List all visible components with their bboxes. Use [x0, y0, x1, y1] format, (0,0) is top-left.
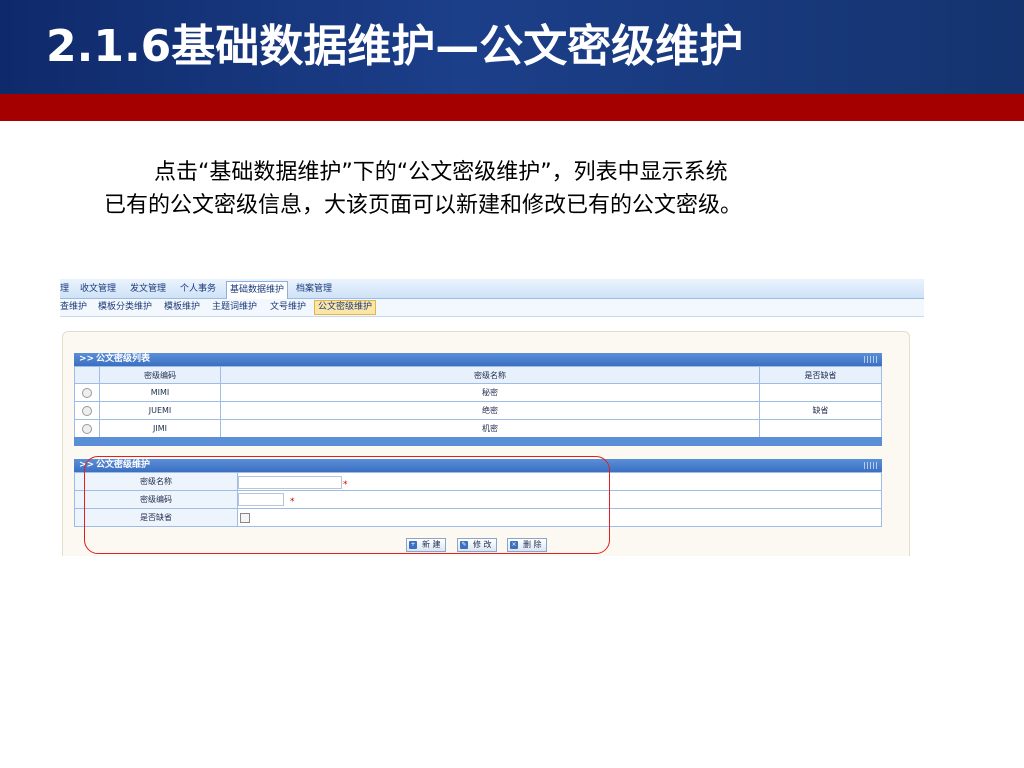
cell-name: 绝密: [220, 401, 760, 420]
table-row[interactable]: JIMI 机密: [74, 419, 882, 438]
radio-button[interactable]: [82, 405, 92, 416]
row-select[interactable]: [74, 419, 100, 438]
title-text: 基础数据维护: [171, 21, 436, 72]
list-panel-title: 公文密级列表: [96, 354, 151, 364]
table-header-row: 密级编码 密级名称 是否缺省: [74, 366, 882, 384]
tab-partial[interactable]: 理: [60, 282, 69, 297]
title-separator: —: [435, 21, 480, 72]
subtab-template[interactable]: 模板维护: [164, 301, 200, 314]
highlight-oval: [84, 456, 610, 554]
cell-code: JIMI: [99, 419, 221, 438]
column-header-code: 密级编码: [99, 366, 221, 384]
collapse-chevron-icon[interactable]: >>: [79, 353, 94, 366]
select-column-header: [74, 366, 100, 384]
header-red-bar: [0, 94, 1024, 121]
tab-send-docs[interactable]: 发文管理: [130, 282, 166, 297]
subtab-doc-number[interactable]: 文号维护: [270, 301, 306, 314]
cell-default: [759, 419, 882, 438]
cell-default: [759, 383, 882, 402]
list-panel-footer: [74, 437, 882, 446]
radio-button[interactable]: [82, 423, 92, 434]
description-line-2: 已有的公文密级信息，大该页面可以新建和修改已有的公文密级。: [104, 193, 743, 218]
description-line-1: 点击“基础数据维护”下的“公文密级维护”，列表中显示系统: [154, 160, 728, 185]
cell-code: MIMI: [99, 383, 221, 402]
tab-receive-docs[interactable]: 收文管理: [80, 282, 116, 297]
tab-personal[interactable]: 个人事务: [180, 282, 216, 297]
column-header-default: 是否缺省: [759, 366, 882, 384]
cell-code: JUEMI: [99, 401, 221, 420]
security-level-table: 密级编码 密级名称 是否缺省 MIMI 秘密 JUEMI 绝密 缺省 JIMI …: [74, 366, 882, 438]
cell-name: 机密: [220, 419, 760, 438]
top-navigation: 理 收文管理 发文管理 个人事务 基础数据维护 档案管理: [60, 279, 924, 299]
subtab-partial[interactable]: 查维护: [60, 301, 87, 314]
row-select[interactable]: [74, 383, 100, 402]
subtab-template-category[interactable]: 模板分类维护: [98, 301, 152, 314]
radio-button[interactable]: [82, 387, 92, 398]
table-row[interactable]: JUEMI 绝密 缺省: [74, 401, 882, 420]
table-row[interactable]: MIMI 秘密: [74, 383, 882, 402]
slide-description: 点击“基础数据维护”下的“公文密级维护”，列表中显示系统 已有的公文密级信息，大…: [104, 156, 894, 222]
row-select[interactable]: [74, 401, 100, 420]
grip-icon: [864, 462, 878, 469]
column-header-name: 密级名称: [220, 366, 760, 384]
slide-header: 2.1.6基础数据维护—公文密级维护: [0, 0, 1024, 94]
list-panel-header: >> 公文密级列表: [74, 353, 882, 366]
subtab-security-level[interactable]: 公文密级维护: [314, 300, 377, 315]
tab-archives[interactable]: 档案管理: [296, 282, 332, 297]
title-subtitle: 公文密级维护: [479, 21, 744, 72]
title-number: 2.1.6: [46, 21, 172, 72]
slide-title: 2.1.6基础数据维护—公文密级维护: [46, 18, 743, 76]
cell-name: 秘密: [220, 383, 760, 402]
cell-default: 缺省: [759, 401, 882, 420]
sub-navigation: 查维护 模板分类维护 模板维护 主题词维护 文号维护 公文密级维护: [60, 299, 924, 317]
grip-icon: [864, 356, 878, 363]
tab-basic-data[interactable]: 基础数据维护: [226, 281, 289, 299]
subtab-keywords[interactable]: 主题词维护: [212, 301, 257, 314]
